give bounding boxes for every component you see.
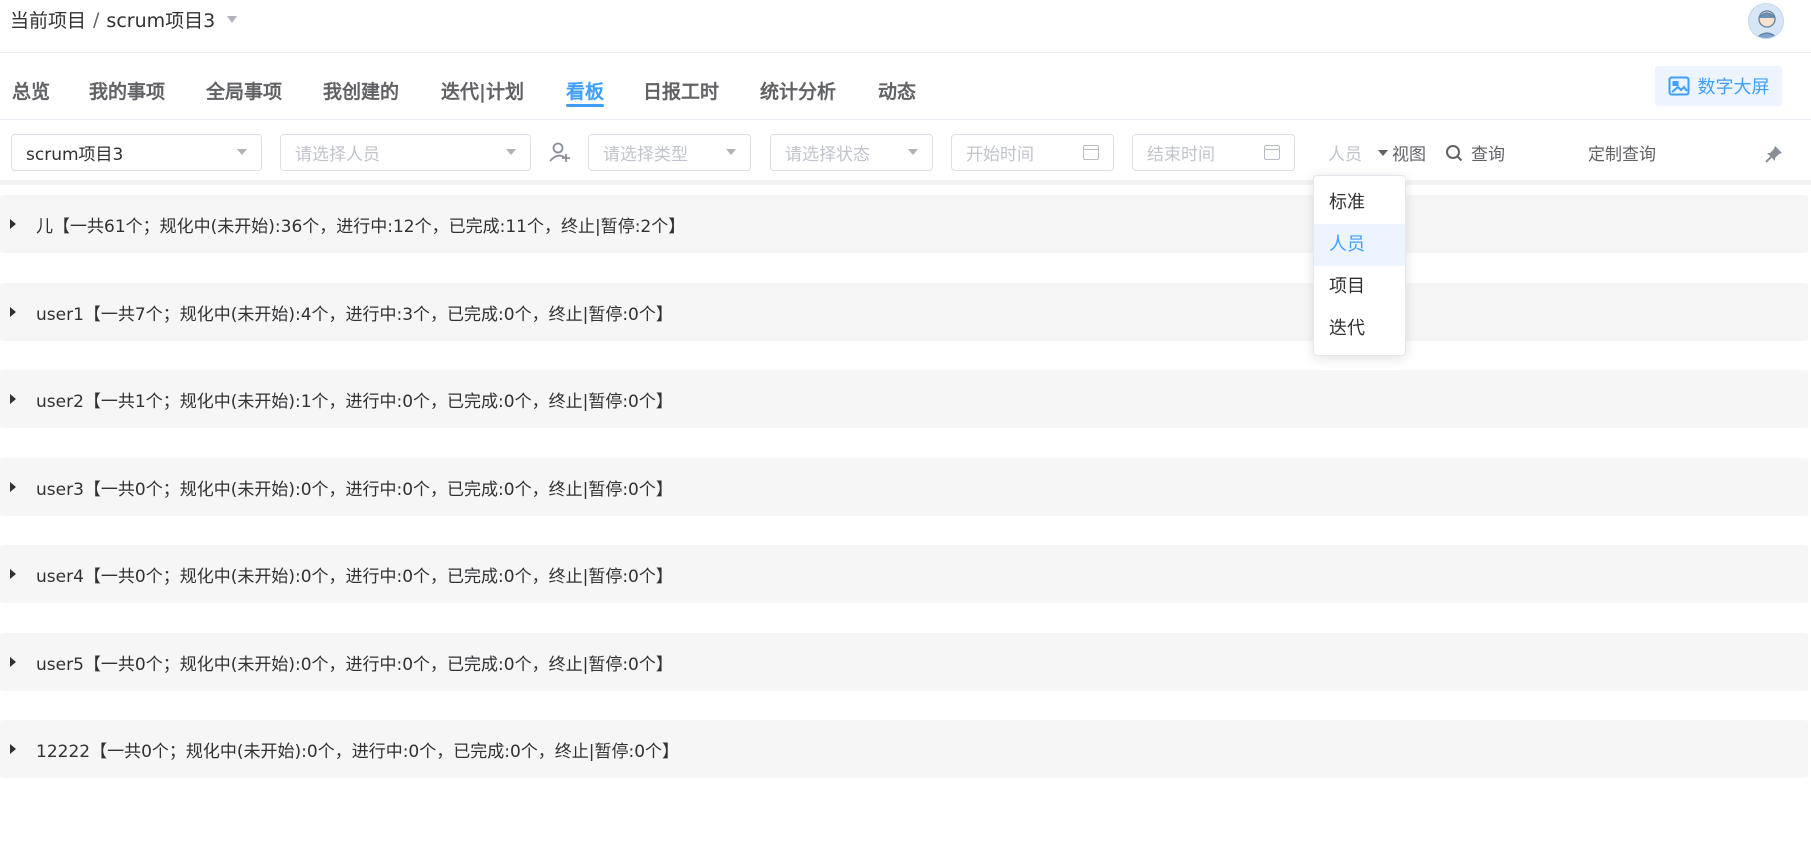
tab-daily-hours[interactable]: 日报工时	[643, 77, 719, 107]
caret-right-icon[interactable]	[10, 744, 16, 754]
view-option-project[interactable]: 项目	[1314, 266, 1405, 308]
group-row-label: user2【一共1个；规化中(未开始):1个，进行中:0个，已完成:0个，终止|…	[36, 391, 673, 412]
group-row[interactable]: 12222【一共0个；规化中(未开始):0个，进行中:0个，已完成:0个，终止|…	[0, 720, 1808, 778]
query-button[interactable]: 查询	[1445, 140, 1505, 165]
chevron-down-icon	[908, 149, 918, 155]
breadcrumb: 当前项目 / scrum项目3	[10, 6, 238, 33]
caret-right-icon[interactable]	[10, 657, 16, 667]
group-row[interactable]: user4【一共0个；规化中(未开始):0个，进行中:0个，已完成:0个，终止|…	[0, 545, 1808, 603]
start-date-picker[interactable]: 开始时间	[951, 134, 1114, 171]
tab-overview[interactable]: 总览	[12, 77, 50, 107]
view-select-value: 人员	[1328, 145, 1362, 165]
tab-created-by-me[interactable]: 我创建的	[323, 77, 399, 107]
add-person-icon[interactable]	[548, 140, 572, 164]
tab-activity[interactable]: 动态	[878, 77, 916, 107]
search-icon	[1446, 144, 1463, 161]
tab-my-items[interactable]: 我的事项	[89, 77, 165, 107]
group-row-label: 儿【一共61个；规化中(未开始):36个，进行中:12个，已完成:11个，终止|…	[36, 216, 686, 237]
caret-right-icon[interactable]	[10, 569, 16, 579]
top-bar: 当前项目 / scrum项目3	[0, 0, 1811, 53]
project-select-value: scrum项目3	[26, 145, 124, 165]
type-select-placeholder: 请选择类型	[603, 145, 688, 165]
project-select[interactable]: scrum项目3	[11, 134, 262, 171]
status-select[interactable]: 请选择状态	[770, 134, 933, 171]
caret-right-icon[interactable]	[10, 482, 16, 492]
group-row-label: user1【一共7个；规化中(未开始):4个，进行中:3个，已完成:0个，终止|…	[36, 304, 673, 325]
calendar-icon	[1083, 145, 1099, 160]
chevron-down-icon	[506, 149, 516, 155]
type-select[interactable]: 请选择类型	[588, 134, 751, 171]
tab-iteration-plan[interactable]: 迭代|计划	[441, 77, 524, 107]
group-row-label: user5【一共0个；规化中(未开始):0个，进行中:0个，已完成:0个，终止|…	[36, 654, 673, 675]
view-option-iteration[interactable]: 迭代	[1314, 308, 1405, 350]
tab-global-items[interactable]: 全局事项	[206, 77, 282, 107]
chevron-down-icon[interactable]	[227, 16, 238, 23]
user-avatar-icon	[1756, 10, 1778, 38]
big-screen-label: 数字大屏	[1697, 77, 1770, 98]
calendar-icon	[1264, 145, 1280, 160]
group-row[interactable]: user2【一共1个；规化中(未开始):1个，进行中:0个，已完成:0个，终止|…	[0, 370, 1808, 428]
group-row[interactable]: user3【一共0个；规化中(未开始):0个，进行中:0个，已完成:0个，终止|…	[0, 458, 1808, 516]
chevron-down-icon	[237, 149, 247, 155]
view-select[interactable]: 人员 视图	[1328, 140, 1426, 165]
caret-right-icon[interactable]	[10, 394, 16, 404]
group-row-label: 12222【一共0个；规化中(未开始):0个，进行中:0个，已完成:0个，终止|…	[36, 741, 680, 762]
caret-down-icon	[1378, 149, 1388, 156]
group-row-label: user4【一共0个；规化中(未开始):0个，进行中:0个，已完成:0个，终止|…	[36, 566, 673, 587]
main-tabs: 总览 我的事项 全局事项 我创建的 迭代|计划 看板 日报工时 统计分析 动态 …	[0, 53, 1811, 119]
big-screen-button[interactable]: 数字大屏	[1655, 66, 1782, 106]
view-dropdown-menu: 标准 人员 项目 迭代	[1313, 175, 1406, 356]
chevron-down-icon	[726, 149, 736, 155]
avatar[interactable]	[1748, 3, 1784, 39]
tab-statistics[interactable]: 统计分析	[760, 77, 836, 107]
custom-query-button[interactable]: 定制查询	[1588, 140, 1656, 165]
filter-bar: scrum项目3 请选择人员 请选择类型 请选择状态 开始时间 结束时间	[0, 119, 1811, 185]
breadcrumb-separator: /	[93, 8, 100, 31]
end-date-placeholder: 结束时间	[1147, 145, 1215, 165]
image-icon	[1668, 76, 1689, 96]
view-label: 视图	[1392, 145, 1426, 165]
breadcrumb-root[interactable]: 当前项目	[10, 6, 86, 33]
view-option-standard[interactable]: 标准	[1314, 182, 1405, 224]
end-date-picker[interactable]: 结束时间	[1132, 134, 1295, 171]
group-row-label: user3【一共0个；规化中(未开始):0个，进行中:0个，已完成:0个，终止|…	[36, 479, 673, 500]
start-date-placeholder: 开始时间	[966, 145, 1034, 165]
group-row[interactable]: 儿【一共61个；规化中(未开始):36个，进行中:12个，已完成:11个，终止|…	[0, 195, 1808, 253]
group-row[interactable]: user1【一共7个；规化中(未开始):4个，进行中:3个，已完成:0个，终止|…	[0, 283, 1808, 341]
caret-right-icon[interactable]	[10, 219, 16, 229]
caret-right-icon[interactable]	[10, 307, 16, 317]
person-select-placeholder: 请选择人员	[295, 145, 380, 165]
group-row[interactable]: user5【一共0个；规化中(未开始):0个，进行中:0个，已完成:0个，终止|…	[0, 633, 1808, 691]
query-label: 查询	[1471, 145, 1505, 165]
status-select-placeholder: 请选择状态	[785, 145, 870, 165]
pin-icon[interactable]	[1764, 144, 1784, 164]
view-option-person[interactable]: 人员	[1314, 224, 1405, 266]
person-select[interactable]: 请选择人员	[280, 134, 531, 171]
project-switcher[interactable]: scrum项目3	[106, 6, 215, 33]
tab-kanban[interactable]: 看板	[566, 77, 605, 107]
